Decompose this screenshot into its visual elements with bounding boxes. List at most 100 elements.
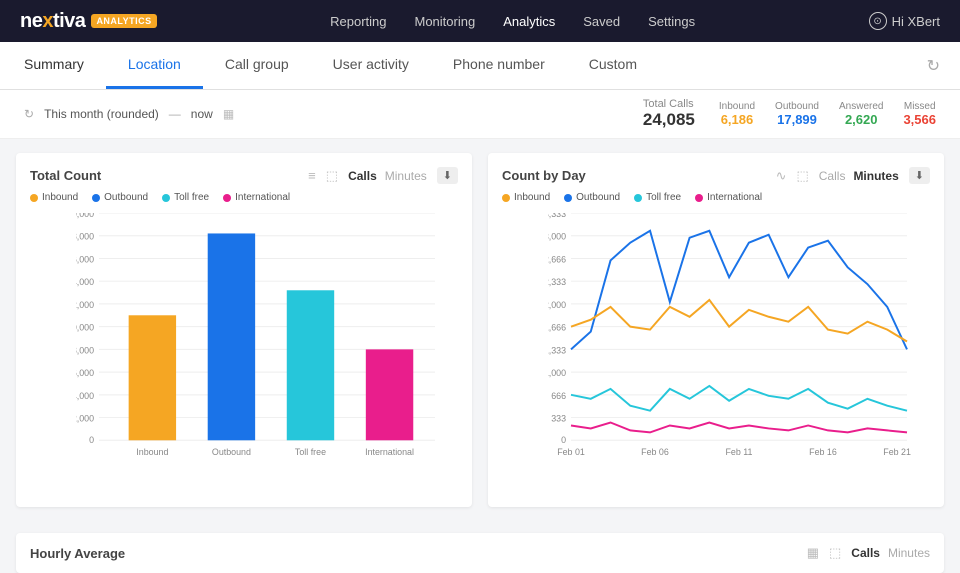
svg-text:2,000: 2,000 [548, 300, 566, 310]
refresh-button[interactable]: ↻ [927, 56, 940, 76]
bar-download-icon[interactable]: ⬚ [326, 168, 338, 184]
line-legend-intl: International [695, 192, 762, 203]
bar-tollfree [287, 290, 334, 440]
tab-location[interactable]: Location [106, 42, 203, 89]
line-legend: Inbound Outbound Toll free International [502, 192, 930, 203]
hourly-expand-icon[interactable]: ⬚ [829, 545, 841, 561]
svg-text:International: International [365, 447, 414, 457]
line-tollfree [571, 386, 907, 411]
topnav-links: Reporting Monitoring Analytics Saved Set… [330, 14, 695, 29]
line-legend-dot-inbound [502, 194, 510, 202]
line-chart-controls: ∿ ⬚ Calls Minutes ⬇ [776, 167, 930, 184]
bar-chart-icon[interactable]: ≡ [308, 168, 316, 183]
nav-monitoring[interactable]: Monitoring [415, 14, 476, 29]
svg-text:2,333: 2,333 [548, 277, 566, 287]
tab-summary[interactable]: Summary [20, 42, 106, 89]
bar-toggle-minutes[interactable]: Minutes [385, 169, 427, 183]
filter-refresh-icon[interactable]: ↻ [24, 107, 34, 121]
bar-download-btn[interactable]: ⬇ [437, 167, 458, 184]
bar-chart-svg: 20,000 18,000 16,000 14,000 12,000 10,00… [76, 213, 458, 465]
line-legend-label-inbound: Inbound [514, 192, 550, 203]
bottom-section: Hourly Average ▦ ⬚ Calls Minutes [0, 521, 960, 573]
bar-inbound [129, 315, 176, 440]
line-download-btn[interactable]: ⬇ [909, 167, 930, 184]
svg-text:333: 333 [551, 414, 566, 424]
line-expand-icon[interactable]: ⬚ [796, 168, 808, 184]
svg-text:8,000: 8,000 [76, 345, 94, 355]
line-legend-label-outbound: Outbound [576, 192, 620, 203]
inbound-stat: Inbound 6,186 [719, 101, 755, 127]
calendar-icon[interactable]: ▦ [223, 107, 234, 121]
svg-text:1,666: 1,666 [548, 323, 566, 333]
tab-phonenumber[interactable]: Phone number [431, 42, 567, 89]
charts-area: Total Count ≡ ⬚ Calls Minutes ⬇ Inbound … [0, 139, 960, 521]
line-toggle-minutes[interactable]: Minutes [853, 169, 898, 183]
line-intl [571, 423, 907, 433]
answered-value: 2,620 [845, 112, 878, 127]
tab-custom[interactable]: Custom [567, 42, 659, 89]
user-greeting: Hi XBert [892, 14, 940, 29]
nav-saved[interactable]: Saved [583, 14, 620, 29]
svg-text:1,333: 1,333 [548, 345, 566, 355]
legend-dot-tollfree [162, 194, 170, 202]
hourly-toggle-calls[interactable]: Calls [851, 546, 880, 560]
hourly-toggle-minutes[interactable]: Minutes [888, 546, 930, 560]
nav-analytics[interactable]: Analytics [503, 14, 555, 29]
hourly-toggle: Calls Minutes [851, 546, 930, 560]
tab-callgroup[interactable]: Call group [203, 42, 311, 89]
outbound-stat: Outbound 17,899 [775, 101, 819, 127]
svg-text:14,000: 14,000 [76, 277, 94, 287]
bar-toggle-calls[interactable]: Calls [348, 169, 377, 183]
line-chart-icon[interactable]: ∿ [776, 168, 787, 184]
bar-legend: Inbound Outbound Toll free International [30, 192, 458, 203]
sub-stats: Inbound 6,186 Outbound 17,899 Answered 2… [719, 101, 936, 127]
filter-left: ↻ This month (rounded) — now ▦ [24, 107, 234, 121]
outbound-label: Outbound [775, 101, 819, 112]
filter-right: Total Calls 24,085 Inbound 6,186 Outboun… [643, 98, 936, 130]
line-toggle-calls[interactable]: Calls [819, 169, 846, 183]
outbound-value: 17,899 [777, 112, 817, 127]
inbound-value: 6,186 [721, 112, 754, 127]
line-inbound [571, 300, 907, 342]
filterbar: ↻ This month (rounded) — now ▦ Total Cal… [0, 90, 960, 139]
legend-intl: International [223, 192, 290, 203]
svg-text:6,000: 6,000 [76, 368, 94, 378]
hourly-chart-icon[interactable]: ▦ [807, 545, 819, 561]
svg-text:0: 0 [89, 435, 94, 445]
svg-text:3,333: 3,333 [548, 213, 566, 219]
hourly-controls: ▦ ⬚ Calls Minutes [807, 545, 930, 561]
total-count-header: Total Count ≡ ⬚ Calls Minutes ⬇ [30, 167, 458, 184]
missed-stat: Missed 3,566 [903, 101, 936, 127]
svg-text:16,000: 16,000 [76, 254, 94, 264]
line-chart-svg: 3,333 3,000 2,666 2,333 2,000 1,666 1,33… [548, 213, 930, 465]
tabstrip: Summary Location Call group User activit… [20, 42, 659, 89]
missed-label: Missed [904, 101, 936, 112]
bar-intl [366, 349, 413, 440]
svg-text:Feb 11: Feb 11 [726, 447, 753, 457]
line-legend-inbound: Inbound [502, 192, 550, 203]
filter-period: This month (rounded) [44, 107, 159, 121]
svg-text:Feb 06: Feb 06 [641, 447, 669, 457]
tab-useractivity[interactable]: User activity [311, 42, 431, 89]
filter-dash: — [169, 107, 181, 121]
svg-text:1,000: 1,000 [548, 368, 566, 378]
svg-text:2,666: 2,666 [548, 254, 566, 264]
legend-dot-inbound [30, 194, 38, 202]
user-menu[interactable]: ⊙ Hi XBert [869, 12, 940, 30]
svg-text:10,000: 10,000 [76, 323, 94, 333]
topnav: nextiva analytics Reporting Monitoring A… [0, 0, 960, 42]
count-by-day-title: Count by Day [502, 168, 586, 183]
total-count-controls: ≡ ⬚ Calls Minutes ⬇ [308, 167, 458, 184]
svg-text:0: 0 [561, 435, 566, 445]
inbound-label: Inbound [719, 101, 755, 112]
line-legend-label-tollfree: Toll free [646, 192, 681, 203]
nav-reporting[interactable]: Reporting [330, 14, 386, 29]
nav-settings[interactable]: Settings [648, 14, 695, 29]
legend-dot-outbound [92, 194, 100, 202]
logo-text: nextiva [20, 10, 85, 33]
logo: nextiva analytics [20, 10, 157, 33]
answered-stat: Answered 2,620 [839, 101, 883, 127]
svg-text:Feb 21: Feb 21 [883, 447, 911, 457]
answered-label: Answered [839, 101, 883, 112]
hourly-average-card: Hourly Average ▦ ⬚ Calls Minutes [16, 533, 944, 573]
